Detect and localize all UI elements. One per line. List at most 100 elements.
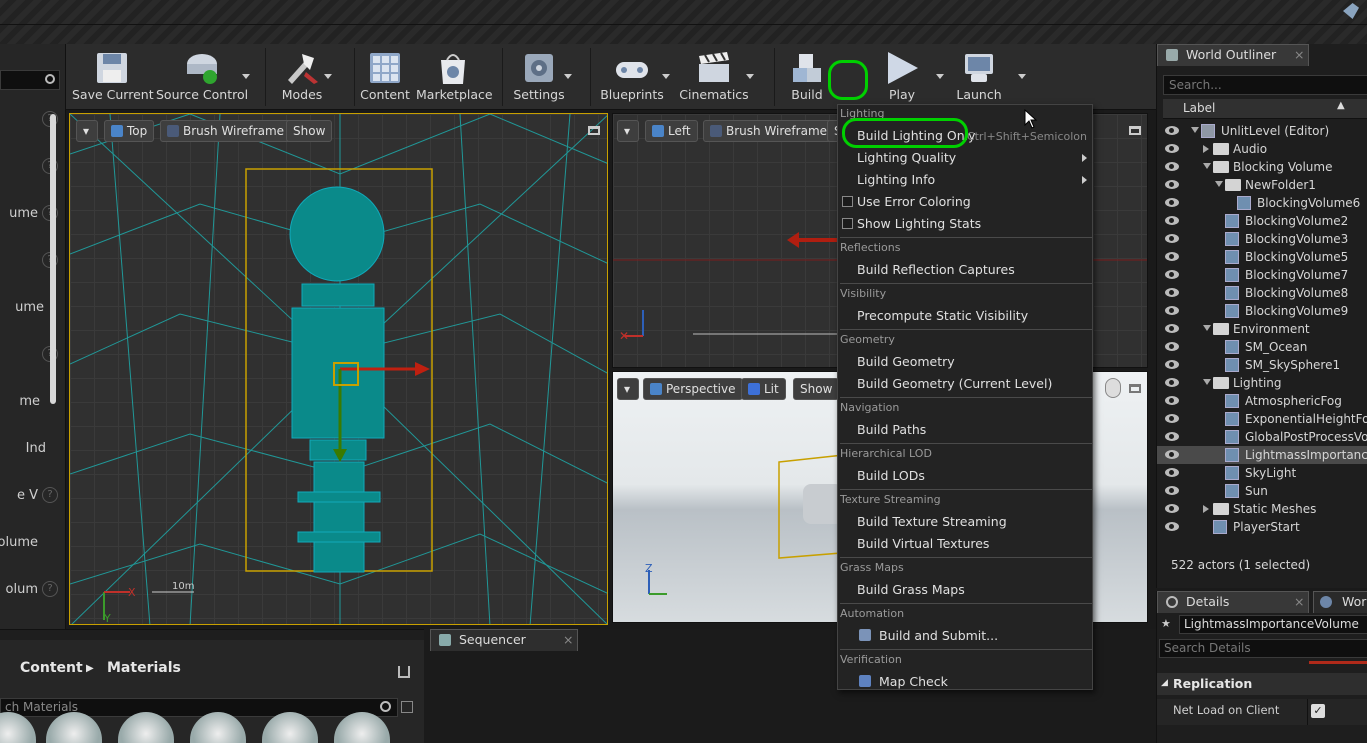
visibility-eye-icon[interactable] (1165, 180, 1179, 189)
visibility-eye-icon[interactable] (1165, 288, 1179, 297)
menu-item-precompute-static-visibility[interactable]: Precompute Static Visibility (839, 305, 1091, 327)
show-button[interactable]: Show (793, 378, 840, 400)
marketplace-button[interactable]: Marketplace (416, 44, 493, 110)
viewport-options-button[interactable]: ▾ (76, 120, 98, 142)
visibility-eye-icon[interactable] (1165, 306, 1179, 315)
show-button[interactable]: Show (286, 120, 333, 142)
view-mode-button[interactable]: Brush Wireframe (160, 120, 292, 142)
help-icon[interactable]: ? (42, 487, 58, 503)
source-control-button[interactable]: Source Control (156, 44, 250, 110)
visibility-eye-icon[interactable] (1165, 216, 1179, 225)
outliner-row[interactable]: SM_SkySphere1 (1157, 356, 1367, 374)
save-current-button[interactable]: Save Current (72, 44, 154, 110)
lock-icon[interactable] (398, 666, 410, 678)
expand-arrow-open-icon[interactable] (1191, 127, 1199, 133)
outliner-row[interactable]: Blocking Volume (1157, 158, 1367, 176)
modes-scrollbar[interactable] (50, 114, 56, 404)
visibility-eye-icon[interactable] (1165, 144, 1179, 153)
actor-name-field[interactable]: LightmassImportanceVolume (1179, 615, 1367, 634)
chevron-down-icon[interactable] (564, 74, 572, 79)
view-type-button[interactable]: Perspective (643, 378, 743, 400)
visibility-eye-icon[interactable] (1165, 270, 1179, 279)
save-search-icon[interactable] (401, 701, 413, 713)
visibility-eye-icon[interactable] (1165, 126, 1179, 135)
breadcrumb-root[interactable]: Content (20, 660, 83, 676)
help-icon[interactable]: ? (42, 581, 58, 597)
view-mode-button[interactable]: Brush Wireframe (703, 120, 835, 142)
visibility-eye-icon[interactable] (1165, 252, 1179, 261)
view-mode-button[interactable]: Lit (741, 378, 786, 400)
expand-arrow-closed-icon[interactable] (1203, 145, 1209, 153)
chevron-down-icon[interactable] (324, 74, 332, 79)
launch-button[interactable]: Launch (950, 44, 1026, 110)
visibility-eye-icon[interactable] (1165, 486, 1179, 495)
chevron-down-icon[interactable] (936, 74, 944, 79)
modes-row[interactable]: Volume (0, 533, 60, 553)
outliner-row[interactable]: AtmosphericFog (1157, 392, 1367, 410)
menu-item-build-texture-streaming[interactable]: Build Texture Streaming (839, 511, 1091, 533)
menu-item-build-virtual-textures[interactable]: Build Virtual Textures (839, 533, 1091, 555)
content-search-input[interactable]: ch Materials (0, 698, 398, 717)
view-type-button[interactable]: Top (104, 120, 155, 142)
tab-details[interactable]: Details × (1157, 591, 1309, 613)
sort-ascending-icon[interactable]: ▲ (1337, 100, 1345, 111)
menu-item-show-lighting-stats[interactable]: Show Lighting Stats (839, 213, 1091, 235)
blueprints-button[interactable]: Blueprints (594, 44, 670, 110)
outliner-row[interactable]: ExponentialHeightFog (1157, 410, 1367, 428)
net-load-checkbox[interactable]: ✓ (1311, 704, 1325, 718)
modes-search-input[interactable] (0, 70, 60, 90)
tab-sequencer[interactable]: Sequencer × (430, 629, 578, 651)
chevron-down-icon[interactable] (662, 74, 670, 79)
tab-world-settings[interactable]: World (1313, 591, 1367, 613)
outliner-row[interactable]: UnlitLevel (Editor) (1157, 122, 1367, 140)
visibility-eye-icon[interactable] (1165, 414, 1179, 423)
menu-item-map-check[interactable]: Map Check (839, 671, 1091, 693)
menu-item-build-grass-maps[interactable]: Build Grass Maps (839, 579, 1091, 601)
outliner-row[interactable]: BlockingVolume3 (1157, 230, 1367, 248)
breadcrumb-folder[interactable]: Materials (107, 660, 181, 676)
visibility-eye-icon[interactable] (1165, 450, 1179, 459)
outliner-row[interactable]: LightmassImportanceV (1157, 446, 1367, 464)
close-icon[interactable]: × (1294, 592, 1304, 612)
play-button[interactable]: Play (874, 44, 944, 110)
outliner-row[interactable]: BlockingVolume5 (1157, 248, 1367, 266)
close-icon[interactable]: × (1294, 45, 1304, 65)
cinematics-button[interactable]: Cinematics (678, 44, 754, 110)
modes-row[interactable]: e V? (0, 486, 60, 506)
visibility-eye-icon[interactable] (1165, 432, 1179, 441)
view-type-button[interactable]: Left (645, 120, 698, 142)
outliner-row[interactable]: Audio (1157, 140, 1367, 158)
menu-item-use-error-coloring[interactable]: Use Error Coloring (839, 191, 1091, 213)
close-icon[interactable]: × (563, 630, 573, 650)
menu-item-lighting-info[interactable]: Lighting Info (839, 169, 1091, 191)
visibility-eye-icon[interactable] (1165, 396, 1179, 405)
modes-button[interactable]: Modes (272, 44, 332, 110)
build-button[interactable]: Build (780, 44, 834, 110)
outliner-row[interactable]: Static Meshes (1157, 500, 1367, 518)
outliner-row[interactable]: Environment (1157, 320, 1367, 338)
expand-arrow-closed-icon[interactable] (1203, 505, 1209, 513)
maximize-icon[interactable] (1129, 126, 1141, 135)
menu-item-build-geometry[interactable]: Build Geometry (839, 351, 1091, 373)
outliner-row[interactable]: Lighting (1157, 374, 1367, 392)
maximize-icon[interactable] (588, 126, 600, 135)
visibility-eye-icon[interactable] (1165, 504, 1179, 513)
modes-row[interactable]: olum? (0, 580, 60, 600)
settings-button[interactable]: Settings (506, 44, 572, 110)
content-button[interactable]: Content (358, 44, 412, 110)
replication-section[interactable]: ◢ Replication (1157, 673, 1367, 695)
chevron-down-icon[interactable] (1018, 74, 1026, 79)
expand-arrow-open-icon[interactable] (1203, 163, 1211, 169)
visibility-eye-icon[interactable] (1165, 198, 1179, 207)
expand-arrow-open-icon[interactable] (1203, 325, 1211, 331)
label-column-header[interactable]: Label ▲ (1163, 99, 1367, 119)
viewport-options-button[interactable]: ▾ (617, 378, 639, 400)
outliner-row[interactable]: BlockingVolume8 (1157, 284, 1367, 302)
visibility-eye-icon[interactable] (1165, 342, 1179, 351)
visibility-eye-icon[interactable] (1165, 468, 1179, 477)
outliner-search-input[interactable]: Search... (1163, 75, 1367, 95)
viewport-options-button[interactable]: ▾ (617, 120, 639, 142)
visibility-eye-icon[interactable] (1165, 378, 1179, 387)
chevron-down-icon[interactable] (242, 74, 250, 79)
modes-row[interactable]: Ind (0, 439, 60, 459)
